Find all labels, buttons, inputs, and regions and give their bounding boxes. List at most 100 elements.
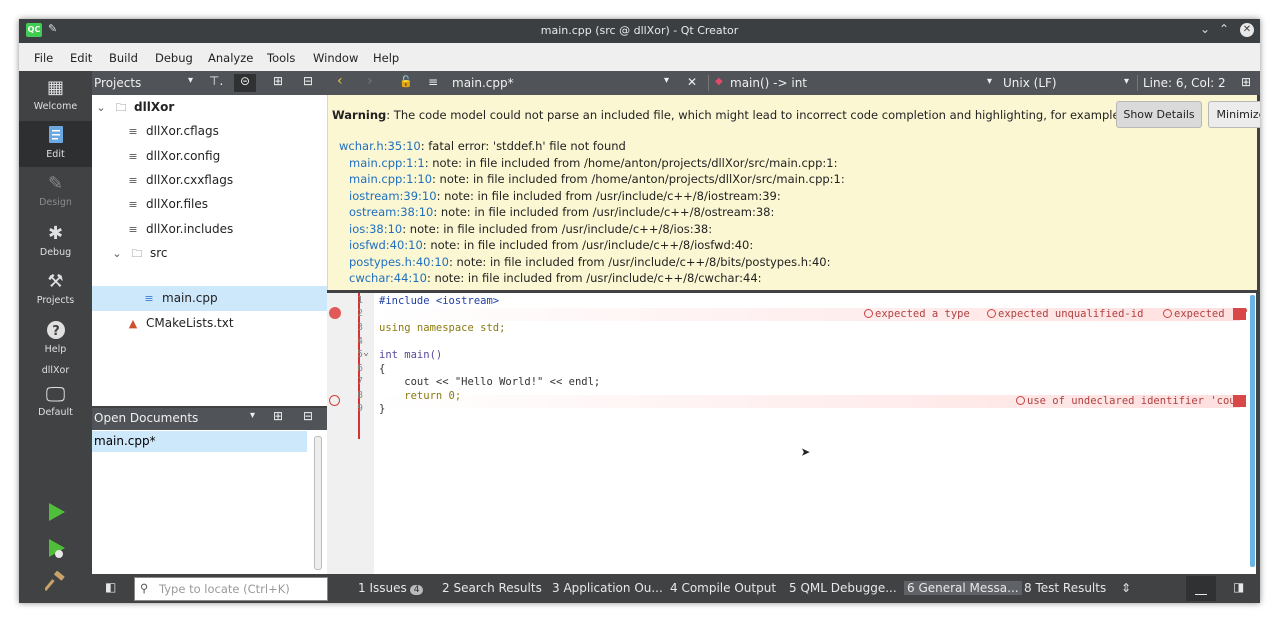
- tab-issues[interactable]: 1 Issues 4: [358, 581, 424, 595]
- line-ending-selector[interactable]: Unix (LF): [1003, 76, 1057, 90]
- chevron-down-icon[interactable]: ⌄: [94, 96, 108, 120]
- mode-edit[interactable]: Edit: [19, 121, 92, 167]
- tree-item-label: dllXor.config: [146, 149, 221, 163]
- tree-item-main-cpp[interactable]: ≡ main.cpp: [92, 286, 327, 311]
- close-document-icon[interactable]: ✕: [687, 75, 697, 89]
- document-selector[interactable]: main.cpp*: [452, 76, 514, 90]
- forward-arrow-icon[interactable]: ›: [367, 73, 373, 89]
- menu-edit[interactable]: Edit: [70, 51, 92, 65]
- error-marker-icon[interactable]: [329, 395, 340, 406]
- error-marker-icon[interactable]: [329, 307, 341, 319]
- tree-item-config[interactable]: ≡ dllXor.config: [126, 144, 220, 168]
- documents-scrollbar[interactable]: [314, 436, 322, 570]
- projects-pane-title[interactable]: Projects: [94, 76, 141, 90]
- maximize-window-icon[interactable]: ⌃: [1219, 22, 1229, 36]
- cursor-position[interactable]: Line: 6, Col: 2: [1143, 76, 1226, 90]
- open-document-item[interactable]: main.cpp*: [92, 431, 307, 452]
- diagnostic-link[interactable]: main.cpp:1:10: [349, 172, 432, 186]
- menu-build[interactable]: Build: [109, 51, 138, 65]
- diagnostic-line: iostream:39:10: note: in file included f…: [349, 189, 781, 203]
- menu-file[interactable]: File: [34, 51, 53, 65]
- svg-text:?: ?: [52, 324, 60, 339]
- debug-run-button[interactable]: [19, 537, 92, 565]
- kit-selector[interactable]: 🖵 Default: [19, 383, 92, 431]
- tab-test-results[interactable]: 8 Test Results: [1024, 581, 1106, 595]
- tree-item-cmakelists[interactable]: ▲ CMakeLists.txt: [126, 311, 234, 335]
- menu-window[interactable]: Window: [313, 51, 358, 65]
- error-scrollbar-mark[interactable]: [1233, 395, 1246, 407]
- diagnostic-link[interactable]: wchar.h:35:10: [339, 139, 421, 153]
- mode-help[interactable]: ? Help: [19, 320, 92, 360]
- menu-analyze[interactable]: Analyze: [208, 51, 253, 65]
- chevron-down-icon[interactable]: ▾: [250, 410, 255, 421]
- locator-input[interactable]: ⚲ Type to locate (Ctrl+K): [134, 577, 328, 601]
- diagnostic-link[interactable]: iosfwd:40:10: [349, 238, 423, 252]
- split-icon[interactable]: ⊞: [273, 409, 283, 423]
- minimize-button[interactable]: Minimize: [1208, 101, 1260, 128]
- mode-label: Debug: [39, 247, 72, 258]
- back-arrow-icon[interactable]: ‹: [337, 73, 343, 89]
- line-number: 4: [357, 336, 363, 347]
- minimize-output-icon[interactable]: ⎽: [1186, 576, 1216, 601]
- tab-qml-debugger[interactable]: 5 QML Debugge...: [789, 581, 897, 595]
- minimize-window-icon[interactable]: ⌄: [1200, 22, 1210, 36]
- diagnostic-link[interactable]: ios:38:10: [349, 222, 402, 236]
- diagnostic-link[interactable]: ostream:38:10: [349, 205, 433, 219]
- tree-item-dllxor[interactable]: ⌄ 🗀 dllXor: [94, 95, 174, 119]
- filter-icon[interactable]: ⊤.: [209, 74, 223, 88]
- inline-error[interactable]: use of undeclared identifier 'cout': [1016, 395, 1248, 407]
- menu-bar: File Edit Build Debug Analyze Tools Wind…: [19, 43, 1260, 71]
- code-editor[interactable]: 1 2 3 4 5 6 7 8 9 ⌄ #include <iostream> …: [327, 293, 1256, 574]
- mode-design[interactable]: ✎ Design: [19, 173, 92, 213]
- tab-compile-output[interactable]: 4 Compile Output: [670, 581, 776, 595]
- tree-item-includes[interactable]: ≡ dllXor.includes: [126, 217, 233, 241]
- symbol-selector[interactable]: main() -> int: [730, 76, 807, 90]
- inline-error[interactable]: expected a type: [864, 308, 970, 320]
- toggle-sidebar-icon[interactable]: ◧: [105, 580, 116, 594]
- tree-item-files[interactable]: ≡ dllXor.files: [126, 192, 208, 216]
- scrollbar-thumb[interactable]: [1250, 295, 1255, 567]
- fold-chevron-icon[interactable]: ⌄: [363, 347, 369, 358]
- tab-application-output[interactable]: 3 Application Ou...: [552, 581, 663, 595]
- chevron-down-icon[interactable]: ▾: [188, 75, 193, 86]
- warning-text: : The code model could not parse an incl…: [386, 108, 1124, 122]
- close-pane-icon[interactable]: ⊟: [303, 409, 313, 423]
- toggle-right-sidebar-icon[interactable]: ◨: [1233, 580, 1244, 594]
- chevron-down-icon[interactable]: ⌄: [110, 242, 124, 266]
- inline-error[interactable]: expected unqualified-id: [987, 308, 1143, 320]
- menu-debug[interactable]: Debug: [155, 51, 193, 65]
- editor-scrollbar[interactable]: [1249, 295, 1256, 570]
- sync-link-icon[interactable]: ⊝: [234, 74, 256, 92]
- menu-help[interactable]: Help: [373, 51, 399, 65]
- split-icon[interactable]: ⊞: [273, 74, 283, 88]
- line-number: 9: [357, 403, 363, 414]
- build-button[interactable]: [19, 570, 92, 599]
- diagnostic-link[interactable]: postypes.h:40:10: [349, 255, 449, 269]
- mode-projects[interactable]: ⚒ Projects: [19, 271, 92, 311]
- error-scrollbar-mark[interactable]: [1233, 308, 1246, 320]
- tree-item-label: dllXor.cflags: [146, 124, 219, 138]
- diagnostic-link[interactable]: cwchar:44:10: [349, 271, 427, 285]
- hammer-icon: [43, 570, 65, 592]
- tab-search-results[interactable]: 2 Search Results: [442, 581, 542, 595]
- tree-item-src[interactable]: ⌄ 🗀 src: [110, 241, 167, 266]
- diagnostic-link[interactable]: main.cpp:1:1: [349, 156, 425, 170]
- diagnostic-text: : note: in file included from /home/anto…: [432, 172, 845, 186]
- run-button[interactable]: [19, 501, 92, 529]
- close-pane-icon[interactable]: ⊟: [303, 74, 313, 88]
- more-tabs-icon[interactable]: ⇕: [1121, 581, 1131, 595]
- mode-debug[interactable]: ✱ Debug: [19, 223, 92, 263]
- menu-tools[interactable]: Tools: [267, 51, 295, 65]
- show-details-button[interactable]: Show Details: [1116, 101, 1202, 128]
- lock-icon: 🔓: [399, 75, 413, 88]
- chevron-down-icon[interactable]: ▾: [664, 75, 669, 86]
- open-documents-title[interactable]: Open Documents: [94, 411, 198, 425]
- split-icon[interactable]: ⊞: [1241, 75, 1251, 89]
- tree-item-cxxflags[interactable]: ≡ dllXor.cxxflags: [126, 168, 233, 192]
- tab-general-messages[interactable]: 6 General Messa...: [904, 581, 1022, 595]
- tree-item-cflags[interactable]: ≡ dllXor.cflags: [126, 119, 219, 143]
- mode-welcome[interactable]: ▦ Welcome: [19, 77, 92, 117]
- mode-label: Help: [44, 344, 67, 355]
- close-window-icon[interactable]: ✕: [1240, 23, 1254, 37]
- diagnostic-link[interactable]: iostream:39:10: [349, 189, 437, 203]
